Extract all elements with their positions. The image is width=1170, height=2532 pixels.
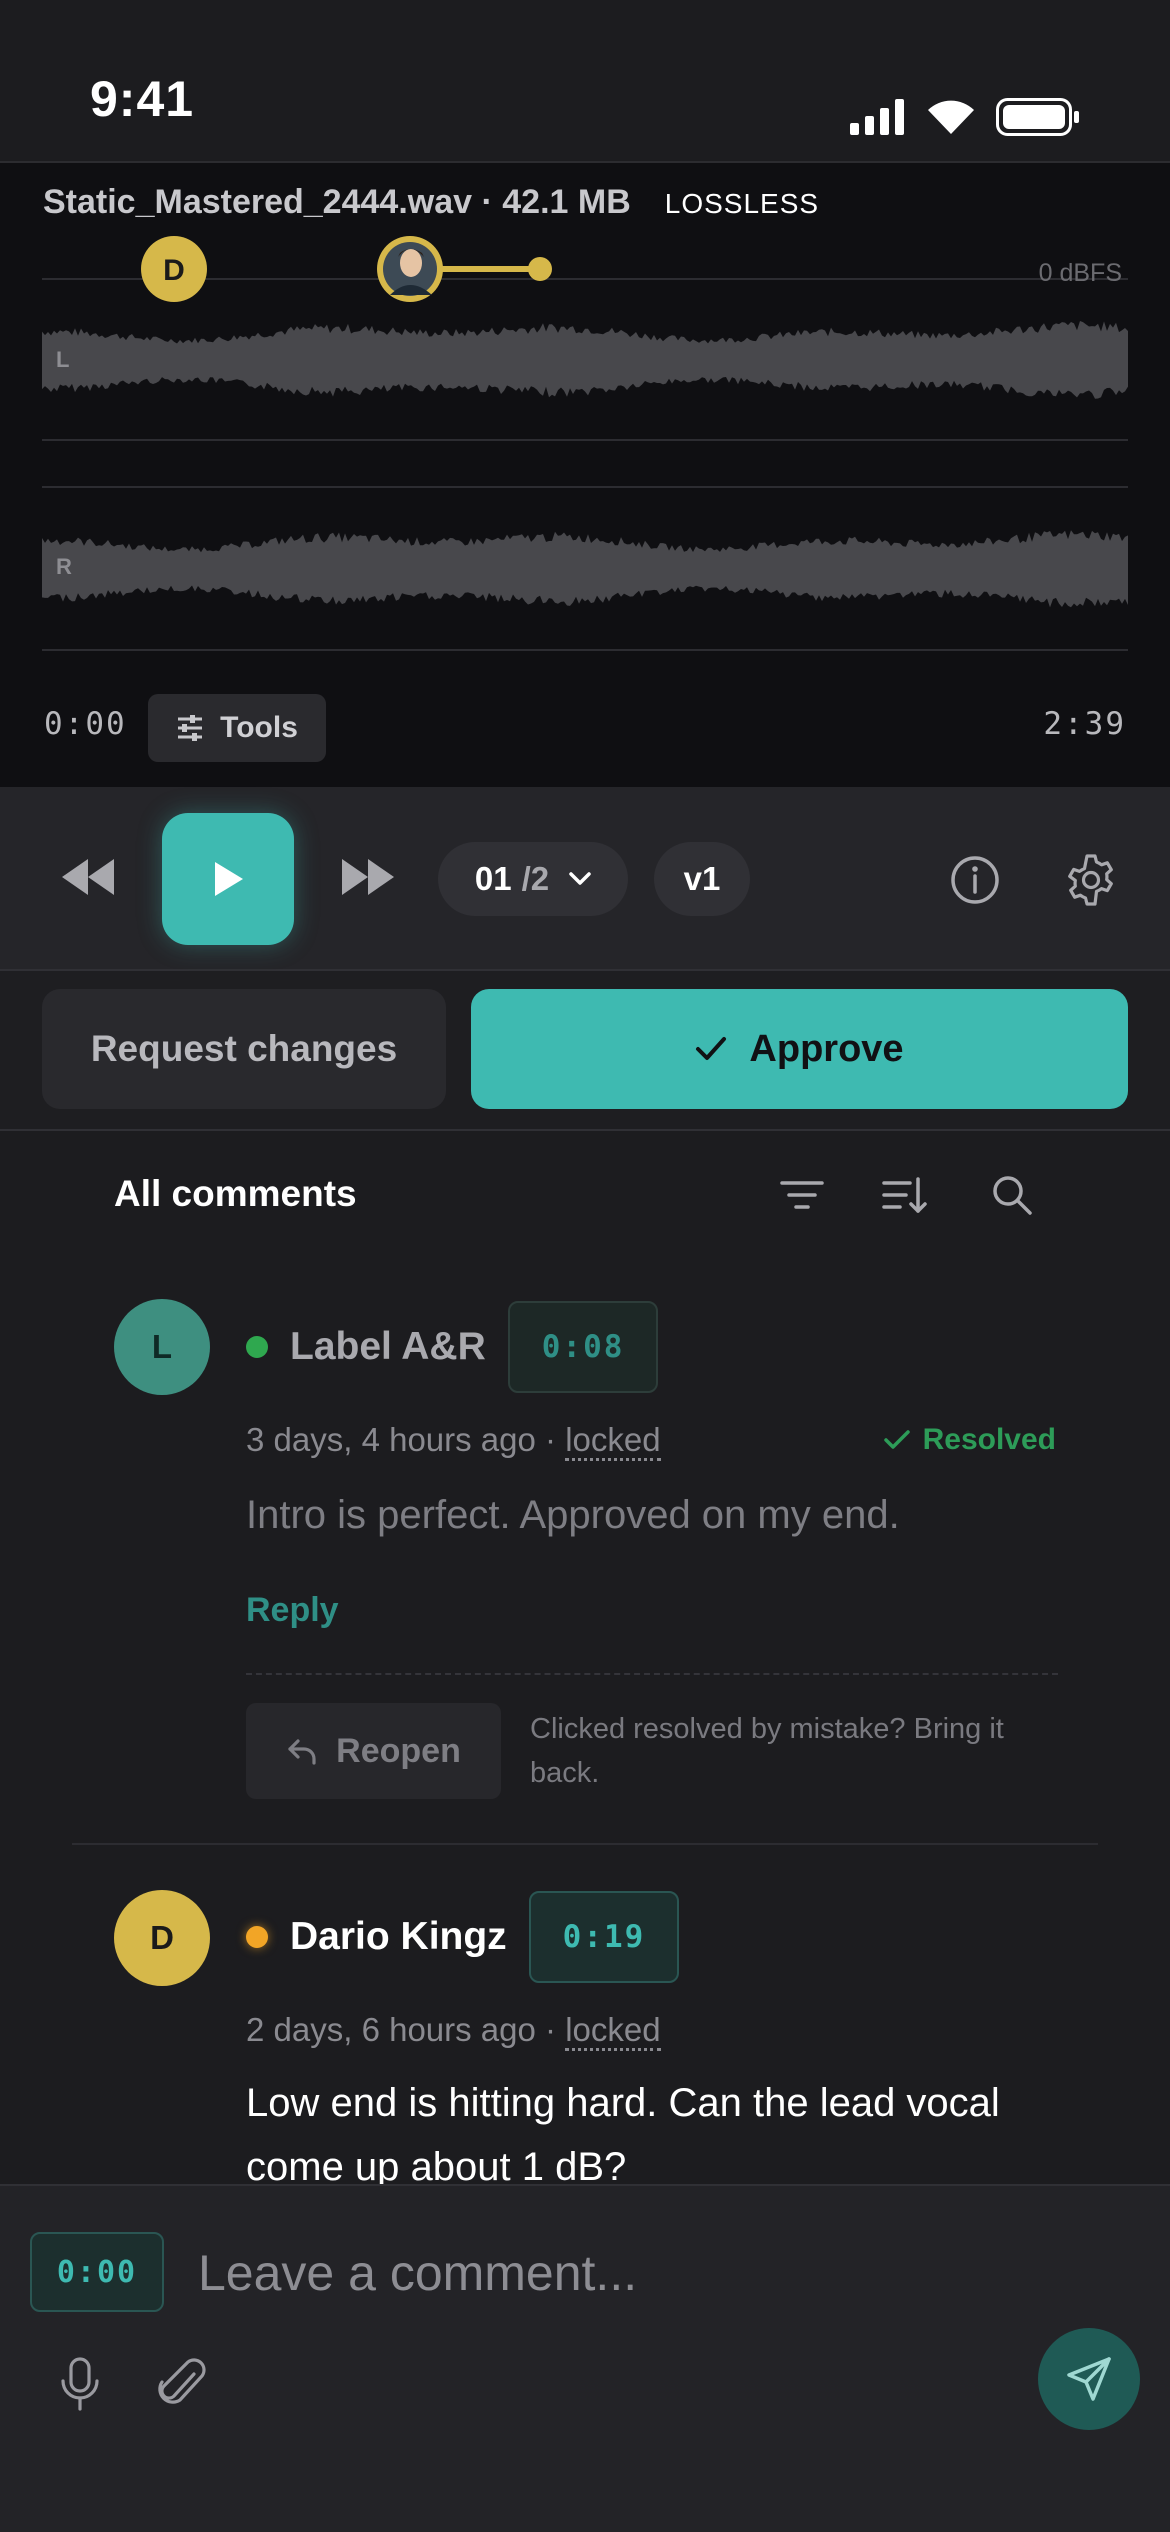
comment-meta: 2 days, 6 hours ago · locked [246,2011,661,2051]
play-button[interactable] [162,813,294,945]
battery-icon [996,98,1079,136]
waveform-shape [42,321,1128,399]
info-button[interactable] [950,855,1000,905]
channel-label-right: R [56,554,72,579]
send-button[interactable] [1038,2328,1140,2430]
reopen-button[interactable]: Reopen [246,1703,501,1799]
chevron-down-icon [569,872,591,885]
transport-bar: 01 /2 v1 [0,787,1170,971]
microphone-icon[interactable] [56,2356,104,2412]
send-icon [1067,2357,1111,2401]
time-end: 2:39 [1043,706,1126,742]
comments-panel: All comments L Label A&R 0:08 3 days, 4 … [0,1131,1170,2184]
request-changes-button[interactable]: Request changes [42,989,446,1109]
undo-arrow-icon [288,1739,316,1765]
comment-marker-d[interactable]: D [141,236,207,302]
approve-label: Approve [749,1027,904,1070]
track-total: /2 [521,860,550,897]
waveform-shape [42,530,1128,608]
approve-button[interactable]: Approve [471,989,1128,1109]
avatar: L [114,1299,210,1395]
tools-button[interactable]: Tools [148,694,326,762]
resolved-label: Resolved [922,1423,1056,1456]
locked-label[interactable]: locked [565,2011,661,2051]
comment-author: Dario Kingz [290,1915,507,1958]
file-name: Static_Mastered_2444.wav · 42.1 MB [43,183,631,221]
reply-button[interactable]: Reply [246,1591,339,1630]
track-selector[interactable]: 01 /2 [438,842,628,916]
file-info-row: Static_Mastered_2444.wav · 42.1 MB LOSSL… [43,183,819,222]
away-status-dot [246,1926,268,1948]
paperclip-icon[interactable] [156,2356,208,2412]
range-comment-marker[interactable] [377,236,552,302]
info-icon [951,856,999,904]
locked-label[interactable]: locked [565,1421,661,1461]
decision-row: Request changes Approve [0,971,1170,1131]
tools-label: Tools [220,711,298,744]
comment-body: Intro is perfect. Approved on my end. [246,1493,900,1537]
channel-label-left: L [56,347,69,372]
gear-icon [1068,854,1113,906]
comment-header: Label A&R 0:08 [246,1301,659,1393]
fast-forward-button[interactable] [338,847,398,907]
waveform-left-channel [42,321,1128,399]
comment-input[interactable] [198,2238,1078,2308]
online-status-dot [246,1336,268,1358]
comment-timestamp-chip[interactable]: 0:19 [528,1891,680,1983]
quality-badge: LOSSLESS [664,188,820,219]
comment-age: 2 days, 6 hours ago · [246,2011,566,2048]
reopen-label: Reopen [336,1731,461,1770]
settings-button[interactable] [1064,853,1118,907]
filter-icon[interactable] [778,1171,826,1219]
comment-divider [72,1843,1098,1845]
status-icons [850,98,1080,136]
rewind-icon [62,859,114,895]
reopen-hint: Clicked resolved by mistake? Bring it ba… [530,1713,1004,1789]
sort-icon[interactable] [880,1171,928,1219]
waveform-right-channel [42,530,1128,608]
resolved-status: Resolved [883,1423,1056,1457]
comment-timestamp-chip[interactable]: 0:08 [507,1301,659,1393]
wifi-icon [928,100,974,134]
comment-header: Dario Kingz 0:19 [246,1891,680,1983]
svg-text:D: D [163,254,185,287]
time-start: 0:00 [44,706,127,742]
comment-age: 3 days, 4 hours ago · [246,1421,566,1458]
status-bar: 9:41 [0,0,1170,163]
cellular-signal-icon [850,99,904,135]
search-icon[interactable] [988,1171,1036,1219]
checkmark-icon [883,1430,910,1449]
dashed-divider [246,1673,1058,1675]
play-icon [215,862,243,896]
comment-composer: 0:00 [0,2184,1170,2532]
fast-forward-icon [342,859,394,895]
track-current: 01 [474,860,512,897]
comment-body: Low end is hitting hard. Can the lead vo… [246,2081,1000,2184]
composer-timestamp-chip[interactable]: 0:00 [30,2232,164,2312]
avatar: D [114,1890,210,1986]
status-time: 9:41 [90,71,195,127]
waveform-panel: L R D Static_Mastered_2444.wav · 42.1 MB… [0,163,1170,787]
comment-meta: 3 days, 4 hours ago · locked [246,1421,661,1461]
rewind-button[interactable] [58,847,118,907]
sliders-icon [178,715,203,741]
checkmark-icon [696,1037,727,1060]
level-label: 0 dBFS [1038,259,1122,287]
comments-title: All comments [114,1173,357,1214]
version-selector[interactable]: v1 [654,842,750,916]
comment-author: Label A&R [290,1325,486,1368]
